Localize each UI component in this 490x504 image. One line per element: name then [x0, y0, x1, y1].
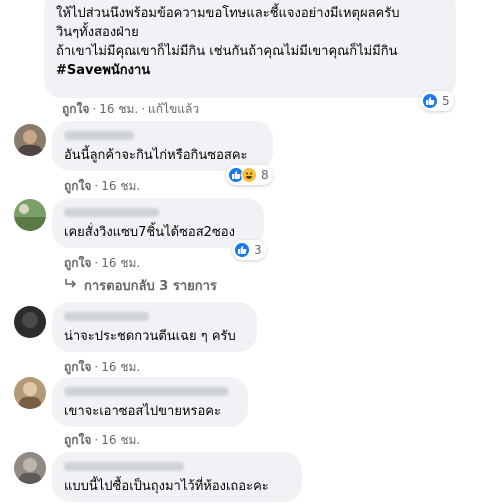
- reaction-count: 8: [261, 168, 269, 182]
- comment-bubble: เขาจะเอาซอสไปขายหรอคะ: [52, 377, 248, 427]
- comment-bubble: น่าจะประชดกวนตีนเฉย ๆ ครับ: [52, 302, 257, 352]
- comment-bubble: เคยสั่งวิงแซบ7ชิ้นได้ซอส2ซอง: [52, 198, 264, 248]
- timestamp[interactable]: 16 ชม.: [101, 256, 140, 270]
- comment-bubble: แบบนี้ไปซื้อเป็นถุงมาไว้ที่ห้องเถอะคะ: [52, 452, 302, 502]
- edited-label[interactable]: แก้ไขแล้ว: [148, 102, 199, 116]
- like-icon: [234, 242, 250, 258]
- reaction-summary[interactable]: 8: [226, 165, 273, 185]
- haha-icon: [241, 167, 257, 183]
- comment-text-line: วินๆทั้งสองฝ่าย: [56, 25, 139, 40]
- reaction-summary[interactable]: 3: [232, 240, 266, 260]
- hashtag-link[interactable]: #Saveพนักงาน: [56, 61, 444, 80]
- view-replies-link[interactable]: การตอบกลับ 3 รายการ: [64, 275, 217, 296]
- reaction-summary[interactable]: 5: [420, 91, 454, 111]
- comment-actions: ถูกใจ · 16 ชม.: [64, 433, 141, 447]
- comment-text: เขาจะเอาซอสไปขายหรอคะ: [64, 404, 221, 419]
- like-button[interactable]: ถูกใจ: [64, 360, 91, 374]
- avatar[interactable]: [14, 199, 46, 231]
- comment-text: น่าจะประชดกวนตีนเฉย ๆ ครับ: [64, 329, 236, 344]
- like-icon: [422, 93, 438, 109]
- comment-actions: ถูกใจ · 16 ชม. · แก้ไขแล้ว: [62, 102, 200, 116]
- comment-actions: ถูกใจ · 16 ชม.: [64, 179, 141, 193]
- timestamp[interactable]: 16 ชม.: [101, 433, 140, 447]
- timestamp[interactable]: 16 ชม.: [101, 360, 140, 374]
- like-button[interactable]: ถูกใจ: [64, 179, 91, 193]
- author-name-redacted[interactable]: [64, 131, 134, 140]
- author-name-redacted[interactable]: [64, 208, 159, 217]
- reaction-count: 3: [254, 243, 262, 257]
- like-button[interactable]: ถูกใจ: [64, 256, 91, 270]
- comment-text: แบบนี้ไปซื้อเป็นถุงมาไว้ที่ห้องเถอะคะ: [64, 479, 269, 494]
- author-name-redacted[interactable]: [64, 387, 229, 396]
- avatar[interactable]: [14, 124, 46, 156]
- reply-arrow-icon: [64, 278, 78, 294]
- like-button[interactable]: ถูกใจ: [62, 102, 89, 116]
- comment-text-line: ให้ไปส่วนนึงพร้อมข้อความขอโทษและชี้แจงอย…: [56, 6, 400, 21]
- avatar[interactable]: [14, 306, 46, 338]
- comment-text: อันนี้ลูกค้าจะกินไก่หรือกินซอสคะ: [64, 148, 248, 163]
- comment-bubble: อันนี้ลูกค้าจะกินไก่หรือกินซอสคะ: [52, 121, 273, 171]
- avatar[interactable]: [14, 452, 46, 484]
- view-replies-label: การตอบกลับ 3 รายการ: [84, 279, 217, 294]
- comment-text-line: ถ้าเขาไม่มีคุณเขาก็ไม่มีกิน เช่นกันถ้าคุ…: [56, 44, 398, 59]
- timestamp[interactable]: 16 ชม.: [101, 179, 140, 193]
- reaction-count: 5: [442, 94, 450, 108]
- timestamp[interactable]: 16 ชม.: [99, 102, 138, 116]
- comment-bubble: ให้ไปส่วนนึงพร้อมข้อความขอโทษและชี้แจงอย…: [44, 0, 456, 98]
- author-name-redacted[interactable]: [64, 312, 149, 321]
- comment-actions: ถูกใจ · 16 ชม.: [64, 360, 141, 374]
- author-name-redacted[interactable]: [64, 462, 184, 471]
- avatar[interactable]: [14, 377, 46, 409]
- like-button[interactable]: ถูกใจ: [64, 433, 91, 447]
- comment-text: เคยสั่งวิงแซบ7ชิ้นได้ซอส2ซอง: [64, 225, 235, 240]
- comment-actions: ถูกใจ · 16 ชม.: [64, 256, 141, 270]
